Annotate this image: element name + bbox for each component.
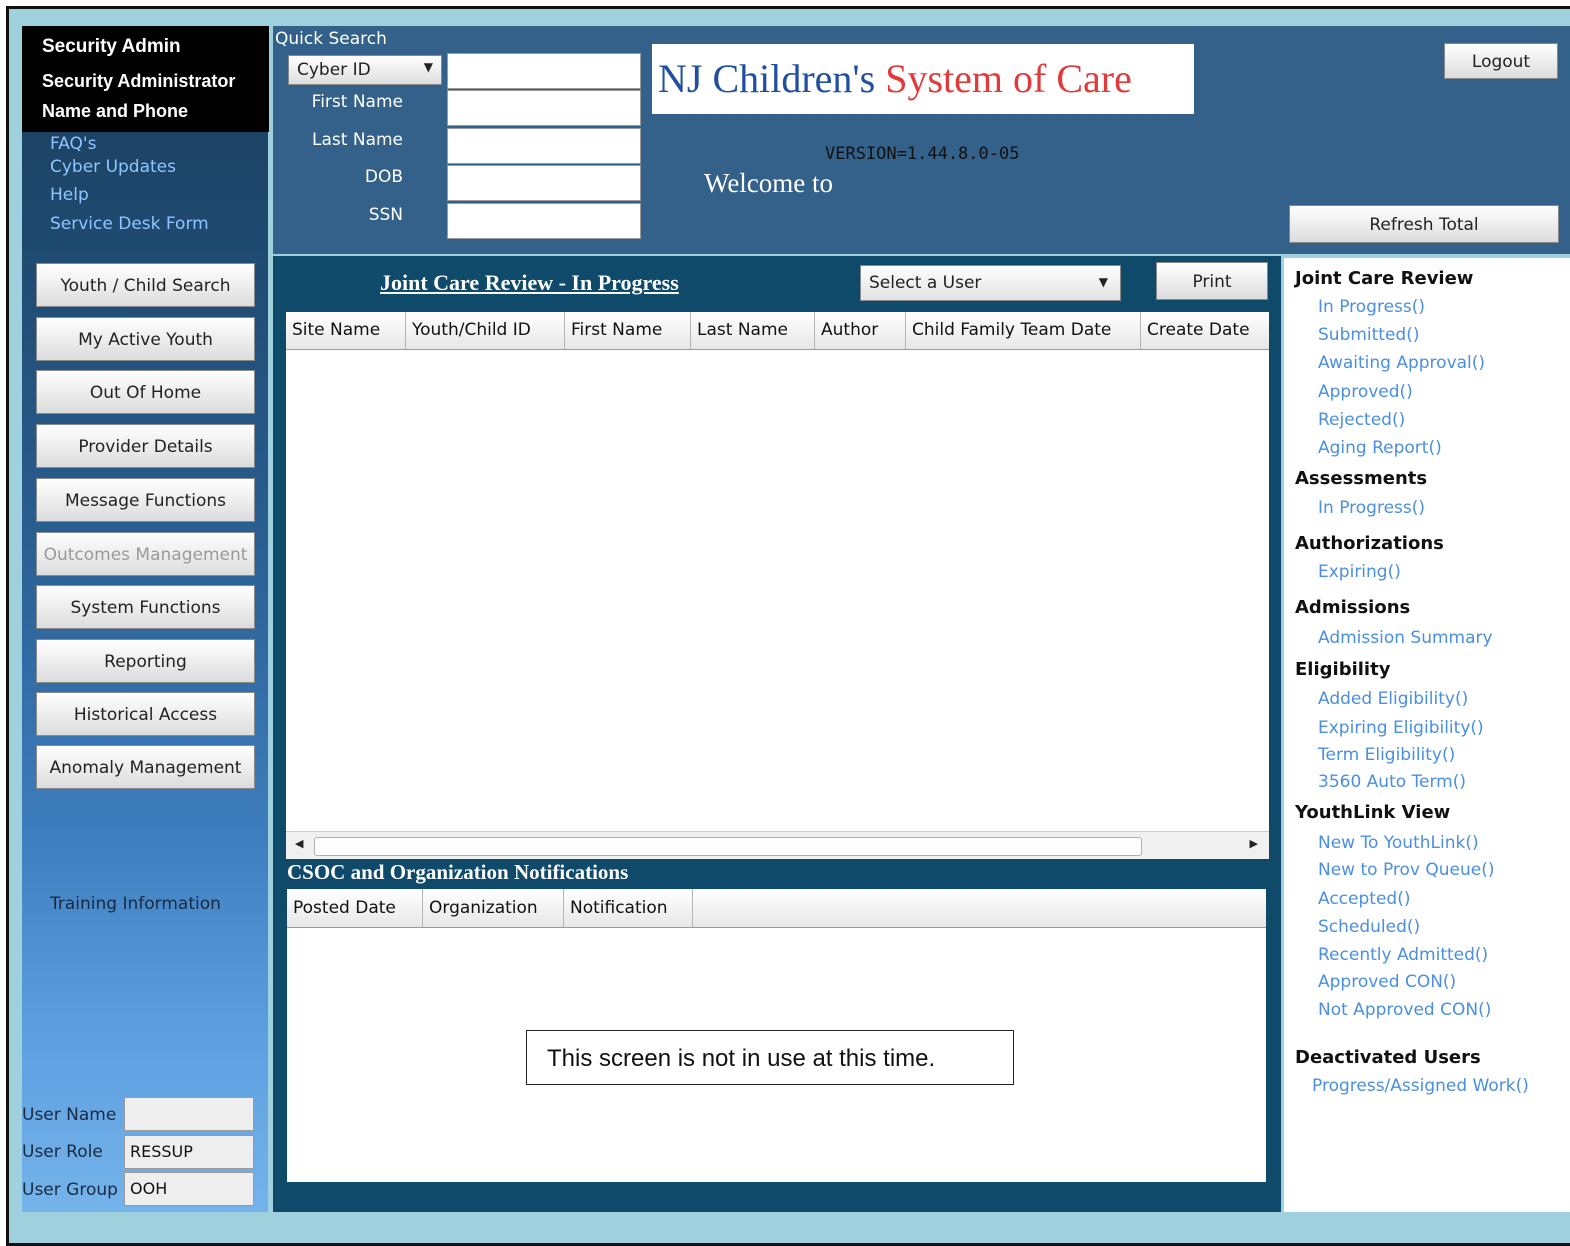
- user-group-label: User Group: [22, 1180, 118, 1200]
- term-eligibility-link[interactable]: Term Eligibility(): [1318, 745, 1455, 765]
- notifications-title: CSOC and Organization Notifications: [287, 860, 629, 884]
- provider-details-button[interactable]: Provider Details: [36, 424, 255, 468]
- deactivated-users-heading: Deactivated Users: [1295, 1047, 1481, 1068]
- expiring-eligibility-link[interactable]: Expiring Eligibility(): [1318, 718, 1484, 738]
- grid-header-row: Site Name Youth/Child ID First Name Last…: [286, 312, 1269, 350]
- column-author[interactable]: Author: [815, 312, 906, 349]
- scheduled-link[interactable]: Scheduled(): [1318, 917, 1420, 937]
- help-link[interactable]: Help: [50, 185, 89, 205]
- user-group-value: OOH: [124, 1172, 254, 1206]
- service-desk-form-link[interactable]: Service Desk Form: [50, 214, 209, 234]
- outcomes-management-button[interactable]: Outcomes Management: [36, 532, 255, 576]
- not-in-use-notice: This screen is not in use at this time.: [526, 1030, 1014, 1085]
- column-create-date[interactable]: Create Date: [1141, 312, 1269, 349]
- jcr-awaiting-approval-link[interactable]: Awaiting Approval(): [1318, 353, 1485, 373]
- admission-summary-link[interactable]: Admission Summary: [1318, 628, 1493, 648]
- auto-term-link[interactable]: 3560 Auto Term(): [1318, 772, 1466, 792]
- column-last-name[interactable]: Last Name: [691, 312, 815, 349]
- column-notification[interactable]: Notification: [564, 889, 693, 927]
- cyber-updates-link[interactable]: Cyber Updates: [50, 157, 176, 177]
- new-to-prov-queue-link[interactable]: New to Prov Queue(): [1318, 860, 1495, 880]
- scrollbar-thumb[interactable]: [314, 837, 1142, 856]
- refresh-total-button[interactable]: Refresh Total: [1289, 205, 1559, 243]
- column-child-family-team-date[interactable]: Child Family Team Date: [906, 312, 1141, 349]
- logo-part-2: System of Care: [885, 56, 1132, 101]
- scroll-right-icon[interactable]: ▶: [1250, 837, 1258, 850]
- user-name-value: [124, 1097, 254, 1131]
- assessments-in-progress-link[interactable]: In Progress(): [1318, 498, 1425, 518]
- logo-part-1: NJ Children's: [658, 56, 886, 101]
- welcome-text: Welcome to: [704, 168, 834, 198]
- reporting-button[interactable]: Reporting: [36, 639, 255, 683]
- new-to-youthlink-link[interactable]: New To YouthLink(): [1318, 833, 1479, 853]
- horizontal-scrollbar[interactable]: ◀ ▶: [286, 831, 1269, 859]
- joint-care-review-grid[interactable]: Site Name Youth/Child ID First Name Last…: [286, 312, 1269, 859]
- print-button[interactable]: Print: [1156, 262, 1268, 300]
- recently-admitted-link[interactable]: Recently Admitted(): [1318, 945, 1488, 965]
- anomaly-management-button[interactable]: Anomaly Management: [36, 745, 255, 789]
- notifications-header-row: Posted Date Organization Notification: [287, 889, 1266, 928]
- eligibility-heading: Eligibility: [1295, 659, 1391, 680]
- search-type-value: Cyber ID: [297, 60, 371, 80]
- column-youth-child-id[interactable]: Youth/Child ID: [406, 312, 565, 349]
- select-user-value: Select a User: [869, 273, 982, 293]
- nj-csoc-logo: NJ Children's System of Care: [652, 44, 1194, 114]
- historical-access-button[interactable]: Historical Access: [36, 692, 255, 736]
- not-approved-con-link[interactable]: Not Approved CON(): [1318, 1000, 1491, 1020]
- jcr-submitted-link[interactable]: Submitted(): [1318, 325, 1420, 345]
- column-organization[interactable]: Organization: [423, 889, 564, 927]
- select-user-dropdown[interactable]: Select a User ▼: [860, 265, 1121, 301]
- admin-title: Security Admin: [42, 36, 181, 57]
- logout-button[interactable]: Logout: [1444, 43, 1558, 79]
- first-name-label: First Name: [311, 92, 403, 112]
- version-text: VERSION=1.44.8.0-05: [825, 144, 1020, 164]
- cyber-id-input[interactable]: [447, 53, 641, 89]
- scroll-left-icon[interactable]: ◀: [295, 837, 303, 850]
- youthlink-view-heading: YouthLink View: [1295, 802, 1451, 823]
- training-information-link[interactable]: Training Information: [50, 894, 221, 914]
- column-first-name[interactable]: First Name: [565, 312, 691, 349]
- jcr-in-progress-link[interactable]: In Progress(): [1318, 297, 1425, 317]
- chevron-down-icon: ▼: [423, 60, 433, 74]
- user-role-label: User Role: [22, 1142, 103, 1162]
- quick-search-title: Quick Search: [275, 29, 387, 49]
- progress-assigned-work-link[interactable]: Progress/Assigned Work(): [1312, 1076, 1529, 1096]
- system-functions-button[interactable]: System Functions: [36, 585, 255, 629]
- jcr-approved-link[interactable]: Approved(): [1318, 382, 1413, 402]
- user-role-value: RESSUP: [124, 1135, 254, 1169]
- admin-name-line: Security Administrator: [42, 71, 236, 91]
- last-name-input[interactable]: [447, 128, 641, 164]
- column-posted-date[interactable]: Posted Date: [287, 889, 423, 927]
- youth-child-search-button[interactable]: Youth / Child Search: [36, 263, 255, 307]
- message-functions-button[interactable]: Message Functions: [36, 478, 255, 522]
- accepted-link[interactable]: Accepted(): [1318, 889, 1410, 909]
- ssn-label: SSN: [368, 205, 403, 225]
- last-name-label: Last Name: [312, 130, 403, 150]
- faq-link[interactable]: FAQ's: [50, 134, 96, 154]
- out-of-home-button[interactable]: Out Of Home: [36, 370, 255, 414]
- first-name-input[interactable]: [447, 90, 641, 126]
- dob-input[interactable]: [447, 165, 641, 201]
- jcr-rejected-link[interactable]: Rejected(): [1318, 410, 1405, 430]
- authorizations-expiring-link[interactable]: Expiring(): [1318, 562, 1401, 582]
- search-type-select[interactable]: Cyber ID ▼: [288, 55, 442, 85]
- my-active-youth-button[interactable]: My Active Youth: [36, 317, 255, 361]
- assessments-heading: Assessments: [1295, 468, 1428, 489]
- column-site-name[interactable]: Site Name: [286, 312, 406, 349]
- chevron-down-icon: ▼: [1098, 275, 1108, 289]
- added-eligibility-link[interactable]: Added Eligibility(): [1318, 689, 1468, 709]
- jcr-aging-report-link[interactable]: Aging Report(): [1318, 438, 1442, 458]
- admissions-heading: Admissions: [1295, 597, 1411, 618]
- joint-care-review-title[interactable]: Joint Care Review - In Progress: [380, 270, 679, 296]
- approved-con-link[interactable]: Approved CON(): [1318, 972, 1456, 992]
- admin-phone-line: Name and Phone: [42, 101, 189, 121]
- joint-care-review-heading: Joint Care Review: [1295, 268, 1474, 289]
- ssn-input[interactable]: [447, 203, 641, 239]
- user-name-label: User Name: [22, 1105, 117, 1125]
- authorizations-heading: Authorizations: [1295, 533, 1444, 554]
- dob-label: DOB: [364, 167, 403, 187]
